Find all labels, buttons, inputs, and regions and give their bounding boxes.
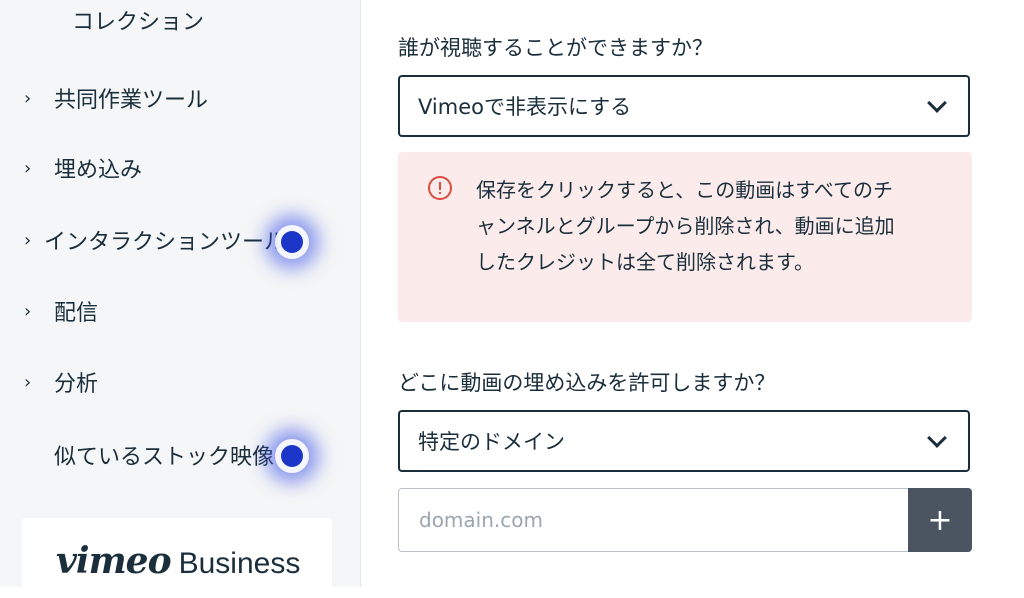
chevron-right-icon: › [24,157,32,179]
sidebar-item-similar-stock-footage[interactable]: 似ているストック映像 [24,435,284,475]
vimeo-business-card: vimeo Business [22,518,332,598]
sidebar-item-analytics[interactable]: › 分析 [24,362,98,402]
sidebar-item-embed[interactable]: › 埋め込み [24,148,142,188]
chevron-right-icon: › [24,229,32,251]
sidebar-item-label: インタラクションツール [43,230,286,255]
sidebar-item-label: 共同作業ツール [54,88,209,113]
privacy-select-value: Vimeoで非表示にする [418,95,632,119]
add-domain-button[interactable]: + [908,488,972,552]
embed-select-value: 特定のドメイン [418,430,565,454]
chevron-right-icon: › [24,87,32,109]
sidebar-item-collaboration-tools[interactable]: › 共同作業ツール [24,78,208,118]
vimeo-business-logo: vimeo Business [56,540,300,582]
privacy-select[interactable]: Vimeoで非表示にする [398,75,970,137]
sidebar-item-label: 配信 [54,301,99,326]
cursor-highlight [281,445,303,467]
sidebar-item-distribution[interactable]: › 配信 [24,291,98,331]
sidebar-item-collection[interactable]: コレクション [72,4,204,36]
warning-text: 保存をクリックすると、この動画はすべてのチャンネルとグループから削除され、動画に… [476,178,895,274]
sidebar-item-label: 埋め込み [54,158,143,183]
sidebar-item-label: 似ているストック映像 [54,445,275,470]
chevron-right-icon: › [24,300,32,322]
sidebar-item-interaction-tools[interactable]: › インタラクションツール [24,220,286,260]
embed-question: どこに動画の埋め込みを許可しますか？ [398,371,776,395]
chevron-down-icon [927,428,947,448]
chevron-right-icon: › [24,371,32,393]
alert-circle-icon [428,176,452,200]
plus-icon: + [927,502,953,538]
sidebar: コレクション › 共同作業ツール › 埋め込み › インタラクションツール › … [0,0,361,598]
chevron-down-icon [927,93,947,113]
cursor-highlight [281,231,303,253]
vimeo-business-label: Business [178,547,301,580]
warning-alert: 保存をクリックすると、この動画はすべてのチャンネルとグループから削除され、動画に… [398,152,972,322]
embed-select[interactable]: 特定のドメイン [398,410,970,472]
sidebar-item-label: 分析 [54,372,99,397]
privacy-question: 誰が視聴することができますか？ [398,36,713,60]
vimeo-wordmark: vimeo [56,540,172,582]
domain-input[interactable] [398,488,910,552]
